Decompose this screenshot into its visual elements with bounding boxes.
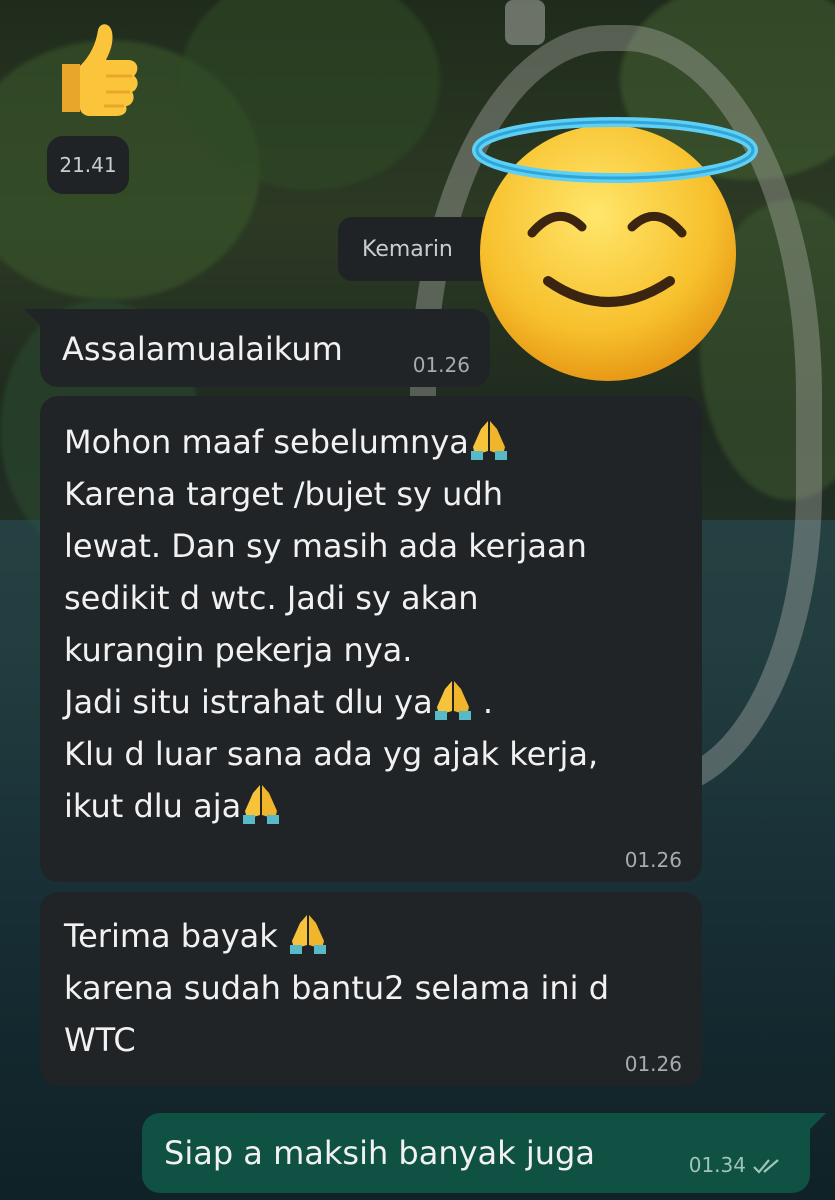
incoming-message-bubble[interactable]: Mohon maaf sebelumnya Karena target /buj… <box>40 396 702 882</box>
message-line: Jadi situ istrahat dlu ya . <box>64 676 678 728</box>
smiling-face-with-halo-emoji-icon <box>472 117 758 381</box>
message-text: sedikit d wtc. Jadi sy akan <box>64 579 479 617</box>
message-text: karena sudah bantu2 selama ini d <box>64 969 610 1007</box>
chair-rope <box>505 0 545 45</box>
message-text: . <box>472 683 494 721</box>
incoming-message-bubble[interactable]: Assalamualaikum 01.26 <box>40 309 490 387</box>
message-text: Mohon maaf sebelumnya <box>64 423 469 461</box>
message-text: Karena target /bujet sy udh <box>64 475 504 513</box>
message-text: ikut dlu aja <box>64 787 242 825</box>
message-meta: 01.34 <box>689 1153 782 1177</box>
message-time-chip: 21.41 <box>47 136 129 194</box>
folded-hands-emoji-icon <box>470 421 507 460</box>
folded-hands-emoji-icon <box>243 785 280 824</box>
message-line: ikut dlu aja <box>64 780 678 832</box>
outgoing-message-bubble[interactable]: Siap a maksih banyak juga 01.34 <box>142 1113 810 1193</box>
thumbs-up-emoji-icon[interactable] <box>44 18 140 118</box>
double-check-icon <box>753 1159 779 1174</box>
outgoing-bubble-tail <box>808 1113 826 1131</box>
message-text: Jadi situ istrahat dlu ya <box>64 683 433 721</box>
message-text: Terima bayak <box>64 917 288 955</box>
message-timestamp: 01.26 <box>624 848 682 872</box>
message-text: Klu d luar sana ada yg ajak kerja, <box>64 735 599 773</box>
folded-hands-emoji-icon <box>289 915 326 954</box>
message-timestamp: 01.26 <box>624 1052 682 1076</box>
message-line: Mohon maaf sebelumnya <box>64 416 678 468</box>
message-text: lewat. Dan sy masih ada kerjaan <box>64 527 587 565</box>
message-text: WTC <box>64 1021 136 1059</box>
message-text: kurangin pekerja nya. <box>64 631 413 669</box>
message-line: Terima bayak <box>64 910 678 962</box>
message-timestamp: 01.34 <box>688 1153 746 1177</box>
folded-hands-emoji-icon <box>434 681 471 720</box>
incoming-message-bubble[interactable]: Terima bayak karena sudah bantu2 selama … <box>40 892 702 1086</box>
message-timestamp: 01.26 <box>412 353 470 377</box>
message-text: Assalamualaikum <box>62 330 343 368</box>
